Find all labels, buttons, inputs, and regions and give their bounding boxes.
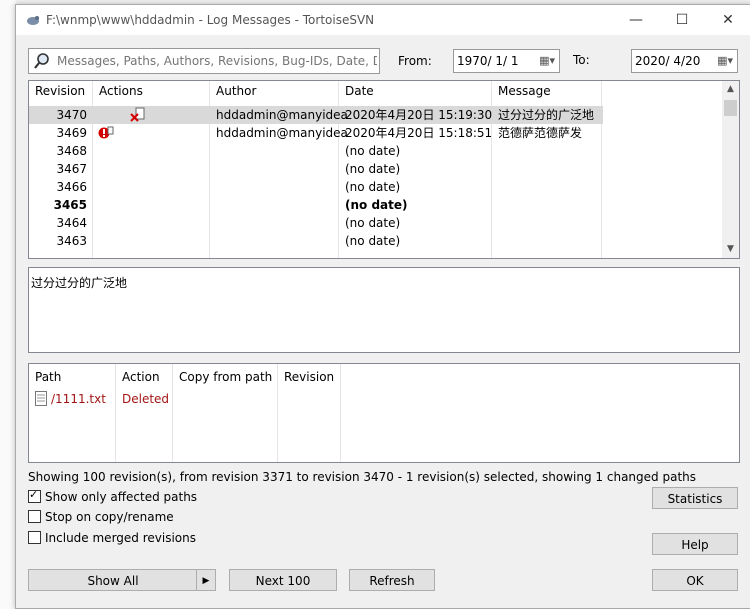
log-row[interactable]: 3467 (no date): [29, 160, 603, 178]
revision-cell: 3463: [56, 234, 87, 248]
revision-list[interactable]: Revision Actions Author Date Message 347…: [28, 80, 740, 259]
next-100-button[interactable]: Next 100: [229, 569, 337, 591]
column-header-revision[interactable]: Revision: [29, 81, 92, 101]
error-icon: [98, 126, 114, 139]
column-header-date[interactable]: Date: [339, 81, 491, 101]
log-row[interactable]: 3468 (no date): [29, 142, 603, 160]
date-cell: (no date): [345, 180, 401, 194]
author-cell: hddadmin@manyidea: [216, 126, 348, 140]
date-cell: (no date): [345, 216, 401, 230]
checkbox-label: Show only affected paths: [45, 490, 198, 504]
log-row[interactable]: 3469 hddadmin@manyidea 2020年4月20日 15:18:…: [29, 124, 603, 142]
to-date-picker[interactable]: 2020/ 4/20 ▦▾: [631, 49, 738, 73]
close-button[interactable]: ✕: [705, 5, 750, 35]
path-row[interactable]: /1111.txt Deleted: [29, 390, 349, 408]
search-input[interactable]: [55, 51, 379, 71]
log-row[interactable]: 3466 (no date): [29, 178, 603, 196]
maximize-button[interactable]: ☐: [659, 5, 705, 35]
refresh-button[interactable]: Refresh: [349, 569, 435, 591]
revision-cell: 3467: [56, 162, 87, 176]
statistics-button[interactable]: Statistics: [652, 487, 738, 509]
status-text: Showing 100 revision(s), from revision 3…: [28, 470, 697, 484]
delete-icon: [130, 107, 145, 122]
checkbox-label: Stop on copy/rename: [45, 510, 174, 524]
revision-cell: 3465: [53, 198, 87, 212]
date-cell: (no date): [345, 198, 408, 212]
date-cell: (no date): [345, 162, 401, 176]
search-icon: [34, 53, 49, 69]
log-message-box[interactable]: 过分过分的广泛地: [28, 267, 740, 353]
scroll-thumb[interactable]: [724, 100, 737, 116]
column-header-message[interactable]: Message: [492, 81, 602, 101]
tortoisesvn-icon: [27, 16, 39, 25]
message-cell: 过分过分的广泛地: [498, 108, 595, 122]
to-date-value: 2020/ 4/20: [635, 54, 701, 68]
search-box[interactable]: [28, 48, 380, 74]
scroll-down-icon[interactable]: ▼: [722, 241, 739, 258]
calendar-dropdown-icon[interactable]: ▦▾: [717, 54, 733, 67]
date-cell: 2020年4月20日 15:18:51: [345, 126, 493, 140]
ok-button[interactable]: OK: [652, 569, 738, 591]
log-row[interactable]: 3464 (no date): [29, 214, 603, 232]
path-cell: /1111.txt: [51, 392, 106, 406]
checkbox-unchecked-icon[interactable]: [28, 510, 41, 523]
column-header-actions[interactable]: Actions: [93, 81, 209, 101]
stop-on-copy-checkbox[interactable]: Stop on copy/rename: [28, 510, 174, 524]
date-cell: 2020年4月20日 15:19:30: [345, 108, 493, 122]
log-messages-window: F:\wnmp\www\hddadmin - Log Messages - To…: [15, 4, 750, 609]
column-divider: [172, 364, 173, 462]
checkbox-label: Include merged revisions: [45, 531, 196, 545]
column-header-path[interactable]: Path: [29, 367, 115, 387]
to-label: To:: [573, 53, 590, 67]
window-title: F:\wnmp\www\hddadmin - Log Messages - To…: [46, 13, 375, 27]
date-cell: (no date): [345, 144, 401, 158]
log-message-text: 过分过分的广泛地: [31, 276, 128, 290]
help-button[interactable]: Help: [652, 533, 738, 555]
revision-cell: 3470: [56, 108, 87, 122]
message-cell: 范德萨范德萨发: [498, 126, 583, 140]
log-row[interactable]: 3470 hddadmin@manyidea 2020年4月20日 15:19:…: [29, 106, 603, 124]
text-file-icon: [35, 391, 47, 406]
date-cell: (no date): [345, 234, 401, 248]
author-cell: hddadmin@manyidea: [216, 108, 348, 122]
checkbox-unchecked-icon[interactable]: [28, 531, 41, 544]
column-header-revision[interactable]: Revision: [278, 367, 340, 387]
revision-cell: 3468: [56, 144, 87, 158]
calendar-dropdown-icon[interactable]: ▦▾: [539, 54, 555, 67]
log-row[interactable]: 3463 (no date): [29, 232, 603, 250]
column-divider: [340, 364, 341, 462]
background-app-strip: [0, 0, 16, 609]
from-date-value: 1970/ 1/ 1: [457, 54, 519, 68]
include-merged-checkbox[interactable]: Include merged revisions: [28, 531, 196, 545]
from-label: From:: [398, 54, 432, 68]
column-header-action[interactable]: Action: [116, 367, 172, 387]
changed-paths-list[interactable]: Path Action Copy from path Revision /111…: [28, 363, 740, 463]
column-header-author[interactable]: Author: [210, 81, 338, 101]
show-all-split-button[interactable]: Show All ▶: [28, 569, 216, 591]
log-row[interactable]: 3465 (no date): [29, 196, 603, 214]
revision-cell: 3469: [56, 126, 87, 140]
revision-list-scrollbar[interactable]: ▲ ▼: [722, 81, 739, 258]
action-cell: Deleted: [122, 392, 170, 406]
column-divider: [277, 364, 278, 462]
revision-cell: 3464: [56, 216, 87, 230]
revision-cell: 3466: [56, 180, 87, 194]
minimize-button[interactable]: —: [613, 5, 659, 35]
checkbox-checked-icon[interactable]: [28, 488, 41, 503]
dropdown-arrow-icon[interactable]: ▶: [196, 570, 215, 590]
column-divider: [115, 364, 116, 462]
show-affected-paths-checkbox[interactable]: Show only affected paths: [28, 488, 198, 504]
column-header-copy-from-path[interactable]: Copy from path: [173, 367, 277, 387]
from-date-picker[interactable]: 1970/ 1/ 1 ▦▾: [453, 49, 560, 73]
show-all-label[interactable]: Show All: [29, 570, 197, 592]
scroll-up-icon[interactable]: ▲: [722, 81, 739, 98]
title-bar: F:\wnmp\www\hddadmin - Log Messages - To…: [16, 5, 750, 35]
